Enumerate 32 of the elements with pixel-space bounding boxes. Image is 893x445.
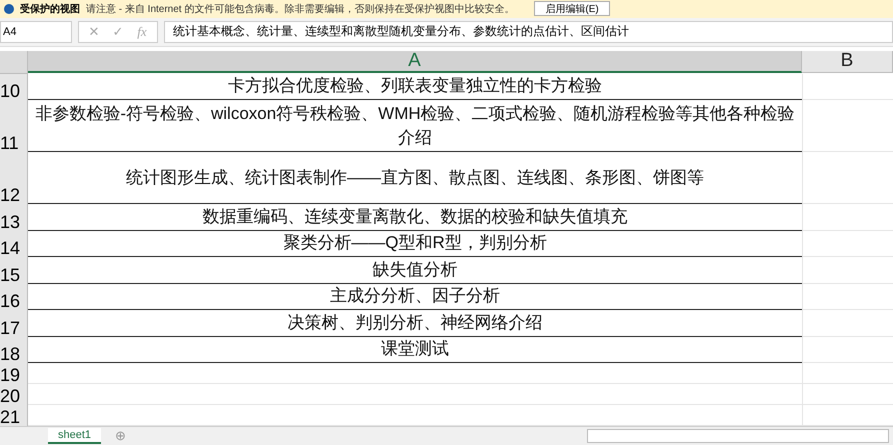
row-header[interactable]: 11 <box>0 100 28 152</box>
row-header[interactable]: 13 <box>0 204 28 231</box>
table-cell: 缺失值分析 <box>28 257 802 284</box>
horizontal-scrollbar[interactable] <box>587 429 889 444</box>
sheet-tab[interactable]: sheet1 <box>48 428 102 444</box>
message-title: 受保护的视图 <box>20 2 80 16</box>
table-cell: 主成分分析、因子分析 <box>28 284 802 310</box>
formula-field[interactable]: 统计基本概念、统计量、连续型和离散型随机变量分布、参数统计的点估计、区间估计 <box>164 20 893 43</box>
row-header[interactable]: 16 <box>0 284 28 310</box>
table-cell: 聚类分析——Q型和R型，判别分析 <box>28 230 802 258</box>
column-header[interactable]: A <box>28 50 802 73</box>
row-header[interactable]: 20 <box>0 384 28 406</box>
table-cell: 卡方拟合优度检验、列联表变量独立性的卡方检验 <box>28 74 802 100</box>
info-icon <box>4 4 14 14</box>
row-header[interactable]: 19 <box>0 363 28 384</box>
row-header[interactable]: 10 <box>0 74 28 100</box>
select-all-corner[interactable] <box>0 50 28 74</box>
message-text: 请注意 - 来自 Internet 的文件可能包含病毒。除非需要编辑，否则保持在受保护视图中比较安全。 <box>86 2 514 16</box>
table-cell: 统计图形生成、统计图表制作——直方图、散点图、连线图、条形图、饼图等 <box>28 152 802 204</box>
table-cell: 课堂测试 <box>28 336 802 364</box>
table-cell: 决策树、判别分析、神经网络介绍 <box>28 310 802 337</box>
table-cell: 数据重编码、连续变量离散化、数据的校验和缺失值填充 <box>28 204 802 231</box>
row-header[interactable]: 14 <box>0 230 28 258</box>
row-header[interactable]: 18 <box>0 336 28 364</box>
row-header[interactable]: 21 <box>0 405 28 426</box>
row-header[interactable]: 15 <box>0 257 28 284</box>
enable-editing-button[interactable]: 启用编辑(E) <box>534 1 610 16</box>
row-header[interactable]: 12 <box>0 152 28 204</box>
table-cell: 非参数检验-符号检验、wilcoxon符号秩检验、WMH检验、二项式检验、随机游程检验等其他各种检验介绍 <box>28 100 802 152</box>
name-box[interactable]: A4 <box>0 20 72 43</box>
column-header[interactable]: B <box>802 50 893 73</box>
row-header[interactable]: 17 <box>0 310 28 337</box>
